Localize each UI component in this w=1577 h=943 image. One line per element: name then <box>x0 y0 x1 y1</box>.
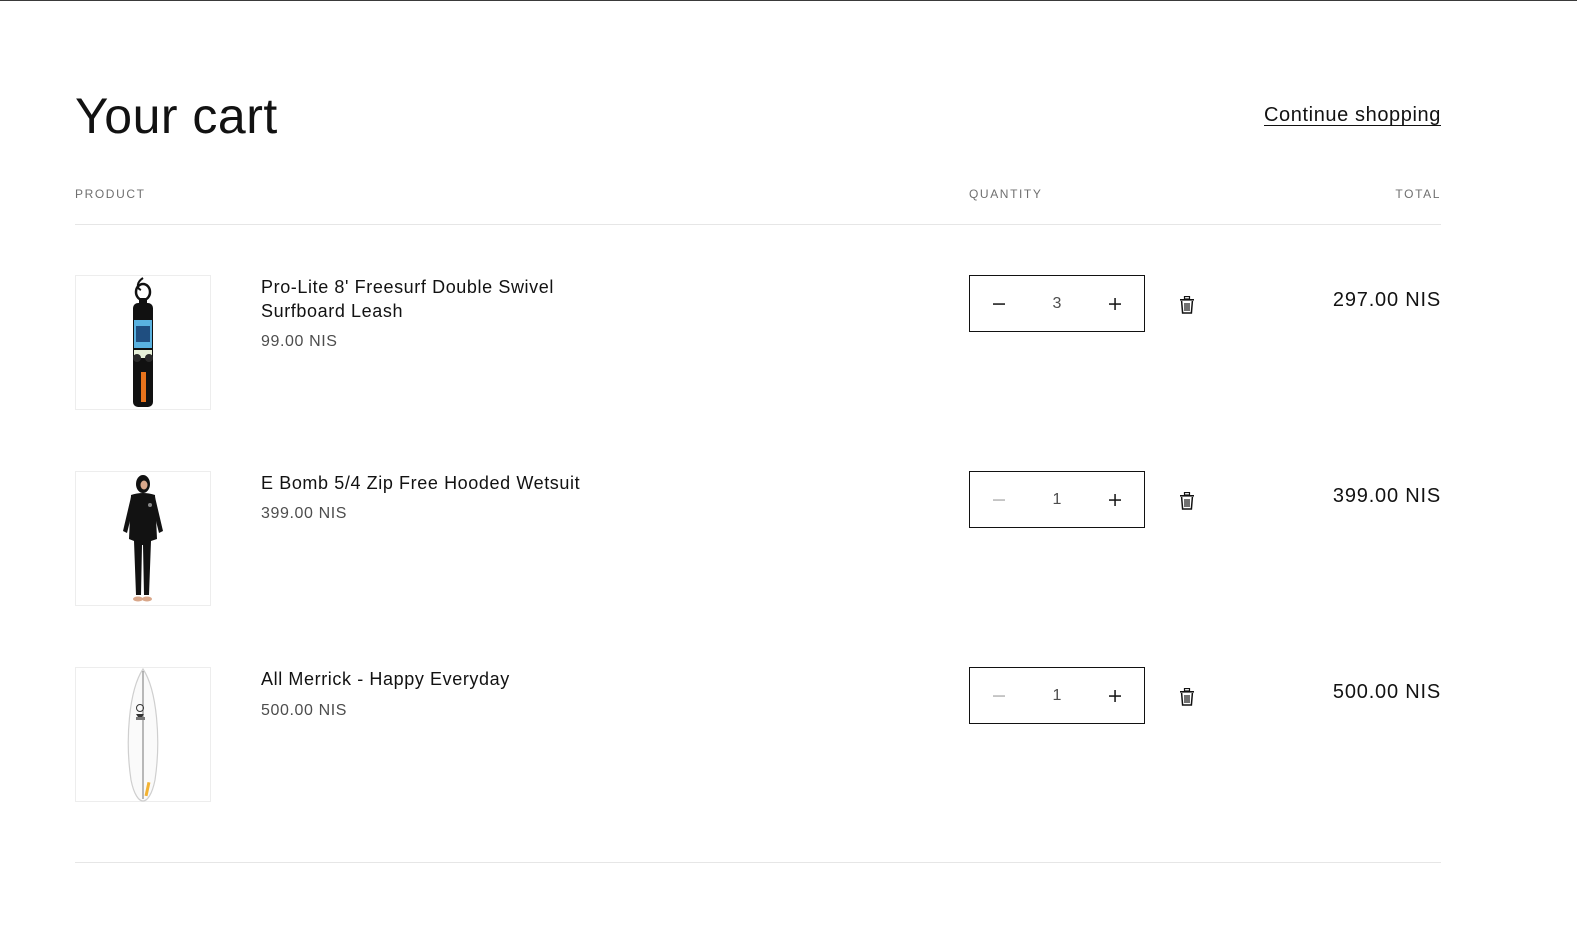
product-image[interactable] <box>75 471 211 606</box>
footer-divider <box>75 862 1441 863</box>
plus-icon <box>1109 297 1121 310</box>
continue-shopping-link[interactable]: Continue shopping <box>1264 104 1441 127</box>
increase-quantity-button[interactable] <box>1086 276 1144 331</box>
minus-icon <box>993 498 1005 501</box>
plus-icon <box>1109 689 1121 702</box>
minus-icon <box>993 694 1005 697</box>
unit-price: 500.00 NIS <box>261 702 348 719</box>
wetsuit-icon <box>123 474 163 601</box>
quantity-stepper: 1 <box>969 471 1145 528</box>
surf-leash-icon <box>133 276 153 407</box>
decrease-quantity-button[interactable] <box>970 668 1028 723</box>
remove-item-button[interactable] <box>1176 490 1198 512</box>
quantity-stepper: 3 <box>969 275 1145 332</box>
quantity-stepper: 1 <box>969 667 1145 724</box>
decrease-quantity-button[interactable] <box>970 472 1028 527</box>
trash-icon <box>1180 492 1194 510</box>
remove-item-button[interactable] <box>1176 294 1198 316</box>
top-border <box>0 0 1577 1</box>
quantity-input[interactable]: 1 <box>1028 491 1086 509</box>
quantity-input[interactable]: 1 <box>1028 687 1086 705</box>
remove-item-button[interactable] <box>1176 686 1198 708</box>
column-header-quantity: QUANTITY <box>969 187 1043 201</box>
surfboard-icon <box>127 667 159 802</box>
unit-price: 99.00 NIS <box>261 333 338 350</box>
page-title: Your cart <box>75 88 278 144</box>
trash-icon <box>1180 296 1194 314</box>
increase-quantity-button[interactable] <box>1086 472 1144 527</box>
line-total: 500.00 NIS <box>1332 681 1441 703</box>
column-header-product: PRODUCT <box>75 187 146 201</box>
plus-icon <box>1109 493 1121 506</box>
cart-item: Pro-Lite 8' Freesurf Double Swivel Surfb… <box>75 275 1441 415</box>
increase-quantity-button[interactable] <box>1086 668 1144 723</box>
line-total: 297.00 NIS <box>1332 289 1441 311</box>
unit-price: 399.00 NIS <box>261 505 348 522</box>
product-name-link[interactable]: E Bomb 5/4 Zip Free Hooded Wetsuit <box>261 471 681 495</box>
column-header-total: TOTAL <box>1395 187 1441 201</box>
product-name-link[interactable]: Pro-Lite 8' Freesurf Double Swivel Surfb… <box>261 275 621 323</box>
cart-item: E Bomb 5/4 Zip Free Hooded Wetsuit 399.0… <box>75 471 1441 611</box>
header-divider <box>75 224 1441 225</box>
line-total: 399.00 NIS <box>1332 485 1441 507</box>
decrease-quantity-button[interactable] <box>970 276 1028 331</box>
product-image[interactable] <box>75 667 211 802</box>
product-name-link[interactable]: All Merrick - Happy Everyday <box>261 667 681 691</box>
trash-icon <box>1180 688 1194 706</box>
quantity-input[interactable]: 3 <box>1028 295 1086 313</box>
cart-item: All Merrick - Happy Everyday 500.00 NIS … <box>75 667 1441 807</box>
minus-icon <box>993 302 1005 305</box>
product-image[interactable] <box>75 275 211 410</box>
